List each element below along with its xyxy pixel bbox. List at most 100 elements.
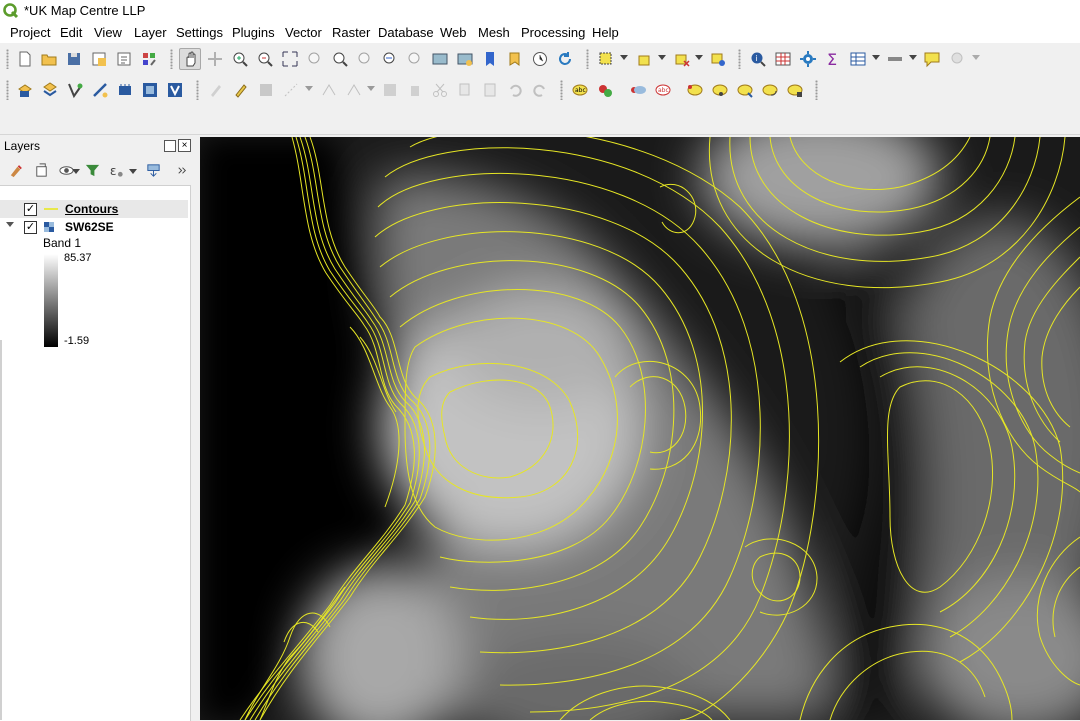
rotate-label-icon[interactable] xyxy=(759,79,781,101)
layer-visibility-checkbox[interactable]: ✓ xyxy=(24,203,37,216)
dropdown-arrow-icon[interactable] xyxy=(620,55,628,60)
deselect-features-icon[interactable] xyxy=(671,48,693,70)
layer-row-sw62se[interactable]: ✓ SW62SE xyxy=(0,218,188,236)
redo-icon[interactable] xyxy=(529,79,551,101)
attribute-table-icon[interactable] xyxy=(772,48,794,70)
new-3d-view-icon[interactable] xyxy=(454,48,476,70)
filter-by-expression-icon[interactable]: ε xyxy=(106,160,126,180)
toolbar-grip[interactable] xyxy=(560,80,563,100)
toolbar-grip[interactable] xyxy=(6,49,9,69)
layer-visibility-checkbox[interactable]: ✓ xyxy=(24,221,37,234)
dropdown-arrow-icon[interactable] xyxy=(972,55,980,60)
add-vector-layer-icon[interactable] xyxy=(64,79,86,101)
zoom-last-icon[interactable] xyxy=(379,48,401,70)
dropdown-arrow-icon[interactable] xyxy=(872,55,880,60)
temporal-controller-icon[interactable] xyxy=(529,48,551,70)
toolbar-grip[interactable] xyxy=(196,80,199,100)
map-canvas[interactable] xyxy=(200,137,1080,720)
toggle-editing-icon[interactable] xyxy=(230,79,252,101)
menu-vector[interactable]: Vector xyxy=(285,25,322,40)
add-group-icon[interactable] xyxy=(31,160,51,180)
current-edits-icon[interactable] xyxy=(205,79,227,101)
data-source-manager-icon[interactable] xyxy=(14,79,36,101)
open-table-icon[interactable] xyxy=(847,48,869,70)
zoom-to-selection-icon[interactable] xyxy=(304,48,326,70)
copy-features-icon[interactable] xyxy=(454,79,476,101)
pan-map-icon[interactable] xyxy=(179,48,201,70)
highlight-pinned-labels-icon[interactable] xyxy=(627,79,649,101)
dropdown-arrow-icon[interactable] xyxy=(305,86,313,91)
zoom-full-icon[interactable] xyxy=(279,48,301,70)
processing-toolbox-icon[interactable] xyxy=(797,48,819,70)
menu-processing[interactable]: Processing xyxy=(521,25,585,40)
new-geopackage-layer-icon[interactable] xyxy=(39,79,61,101)
new-print-layout-icon[interactable] xyxy=(88,48,110,70)
pin-labels-icon[interactable] xyxy=(684,79,706,101)
new-map-view-icon[interactable] xyxy=(429,48,451,70)
identify-features-icon[interactable]: i xyxy=(747,48,769,70)
menu-help[interactable]: Help xyxy=(592,25,619,40)
zoom-next-icon[interactable] xyxy=(404,48,426,70)
dropdown-arrow-icon[interactable] xyxy=(72,169,80,174)
filter-legend-icon[interactable] xyxy=(82,160,102,180)
close-panel-icon[interactable]: × xyxy=(178,139,191,152)
toolbar-grip[interactable] xyxy=(6,80,9,100)
dropdown-arrow-icon[interactable] xyxy=(695,55,703,60)
dropdown-arrow-icon[interactable] xyxy=(909,55,917,60)
collapse-arrow-icon[interactable] xyxy=(6,222,14,227)
measure-line-icon[interactable] xyxy=(884,48,906,70)
digitize-line-icon[interactable] xyxy=(280,79,302,101)
menu-view[interactable]: View xyxy=(94,25,122,40)
add-line-layer-icon[interactable] xyxy=(89,79,111,101)
change-label-properties-icon[interactable] xyxy=(784,79,806,101)
add-wfs-layer-icon[interactable] xyxy=(164,79,186,101)
float-panel-icon[interactable] xyxy=(164,140,176,152)
move-label-icon[interactable] xyxy=(734,79,756,101)
dropdown-arrow-icon[interactable] xyxy=(367,86,375,91)
show-bookmarks-icon[interactable] xyxy=(504,48,526,70)
menu-plugins[interactable]: Plugins xyxy=(232,25,275,40)
menu-database[interactable]: Database xyxy=(378,25,434,40)
menu-layer[interactable]: Layer xyxy=(134,25,167,40)
diagram-settings-icon[interactable] xyxy=(594,79,616,101)
menu-project[interactable]: Project xyxy=(10,25,50,40)
open-project-icon[interactable] xyxy=(38,48,60,70)
dropdown-arrow-icon[interactable] xyxy=(129,169,137,174)
zoom-out-icon[interactable] xyxy=(254,48,276,70)
toolbar-grip[interactable] xyxy=(586,49,589,69)
zoom-native-icon[interactable] xyxy=(354,48,376,70)
dropdown-arrow-icon[interactable] xyxy=(658,55,666,60)
decorations-icon[interactable] xyxy=(947,48,969,70)
toolbar-grip[interactable] xyxy=(738,49,741,69)
statistical-summary-icon[interactable]: Σ xyxy=(822,48,844,70)
map-tips-icon[interactable] xyxy=(921,48,943,70)
paste-features-icon[interactable] xyxy=(479,79,501,101)
show-hide-labels-icon[interactable] xyxy=(709,79,731,101)
new-project-icon[interactable] xyxy=(14,48,36,70)
menu-edit[interactable]: Edit xyxy=(60,25,82,40)
undo-icon[interactable] xyxy=(504,79,526,101)
pan-to-selection-icon[interactable] xyxy=(204,48,226,70)
menu-mesh[interactable]: Mesh xyxy=(478,25,510,40)
select-features-icon[interactable] xyxy=(595,48,617,70)
open-layer-styling-icon[interactable] xyxy=(6,160,26,180)
multi-edit-icon[interactable] xyxy=(343,79,365,101)
save-edits-icon[interactable] xyxy=(255,79,277,101)
layout-manager-icon[interactable] xyxy=(113,48,135,70)
select-by-value-icon[interactable] xyxy=(633,48,655,70)
refresh-icon[interactable] xyxy=(554,48,576,70)
layer-row-contours[interactable]: ✓ Contours xyxy=(0,200,188,218)
delete-selected-icon[interactable] xyxy=(404,79,426,101)
toolbar-grip[interactable] xyxy=(815,80,818,100)
select-location-icon[interactable] xyxy=(707,48,729,70)
vertex-tool-icon[interactable] xyxy=(318,79,340,101)
add-raster-layer-icon[interactable] xyxy=(114,79,136,101)
save-project-icon[interactable] xyxy=(63,48,85,70)
zoom-to-layer-icon[interactable] xyxy=(329,48,351,70)
toolbar-grip[interactable] xyxy=(170,49,173,69)
add-wms-layer-icon[interactable] xyxy=(139,79,161,101)
cut-features-icon[interactable] xyxy=(429,79,451,101)
menu-web[interactable]: Web xyxy=(440,25,467,40)
new-bookmark-icon[interactable] xyxy=(479,48,501,70)
toggle-label-display-icon[interactable]: abc xyxy=(652,79,674,101)
